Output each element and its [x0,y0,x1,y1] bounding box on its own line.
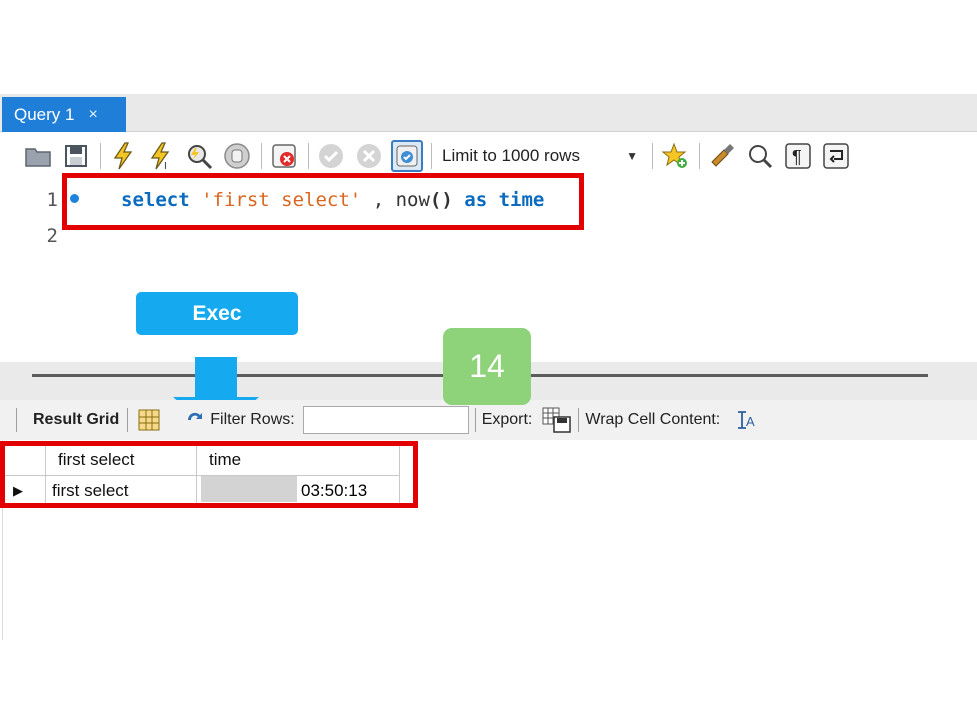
toolbar-separator [127,408,129,432]
beautify-icon[interactable] [706,140,738,172]
limit-rows-select[interactable]: Limit to 1000 rows ▼ [442,146,638,166]
tab-query-1[interactable]: Query 1 × [2,97,126,132]
toolbar-separator [16,408,17,432]
open-folder-icon[interactable] [22,140,54,172]
grid-layout-icon[interactable] [138,409,160,431]
toolbar-separator [699,143,700,169]
filter-rows-input[interactable] [302,406,469,434]
workbench-window: Query 1 × I Limit to 1000 rows ▼ ¶ 1 sel… [0,0,977,718]
rollback-icon[interactable] [353,140,385,172]
toolbar-separator [308,143,309,169]
line-number: 2 [46,225,58,247]
filter-rows-label: Filter Rows: [210,411,295,428]
stop-icon[interactable] [221,140,253,172]
result-grid-tab[interactable]: Result Grid [33,411,119,429]
result-toolbar: Result Grid Filter Rows: Export: Wrap Ce… [0,400,977,440]
chevron-down-icon: ▼ [626,149,638,163]
explain-icon[interactable] [183,140,215,172]
step-number-badge: 14 [443,328,531,405]
execute-current-icon[interactable]: I [145,140,177,172]
tab-label: Query 1 [14,104,75,124]
export-label: Export: [481,411,533,428]
toolbar-separator [474,408,476,432]
save-icon[interactable] [60,140,92,172]
close-icon[interactable]: × [88,106,97,123]
export-icon[interactable] [542,407,572,433]
line-number: 1 [46,189,58,211]
toolbar-separator [578,408,580,432]
find-icon[interactable] [744,140,776,172]
tab-bar: Query 1 × [0,94,977,132]
toolbar-separator [431,143,432,169]
favorite-icon[interactable] [659,140,691,172]
toolbar-separator [261,143,262,169]
result-highlight-box [0,441,418,508]
commit-icon[interactable] [315,140,347,172]
toggle-error-icon[interactable] [268,140,300,172]
wrap-icon[interactable] [820,140,852,172]
execute-icon[interactable] [107,140,139,172]
wrap-cell-icon[interactable]: A [736,410,758,430]
invisible-chars-icon[interactable]: ¶ [782,140,814,172]
toolbar-separator [652,143,653,169]
svg-text:I: I [164,161,167,170]
autocommit-icon[interactable] [391,140,423,172]
svg-text:¶: ¶ [792,147,802,167]
limit-rows-label: Limit to 1000 rows [442,146,580,165]
query-highlight-box [62,173,584,230]
svg-text:A: A [746,414,755,429]
refresh-icon[interactable] [184,409,206,431]
exec-callout: Exec [136,292,298,335]
toolbar-separator [100,143,101,169]
wrap-cell-label: Wrap Cell Content: [585,411,721,428]
